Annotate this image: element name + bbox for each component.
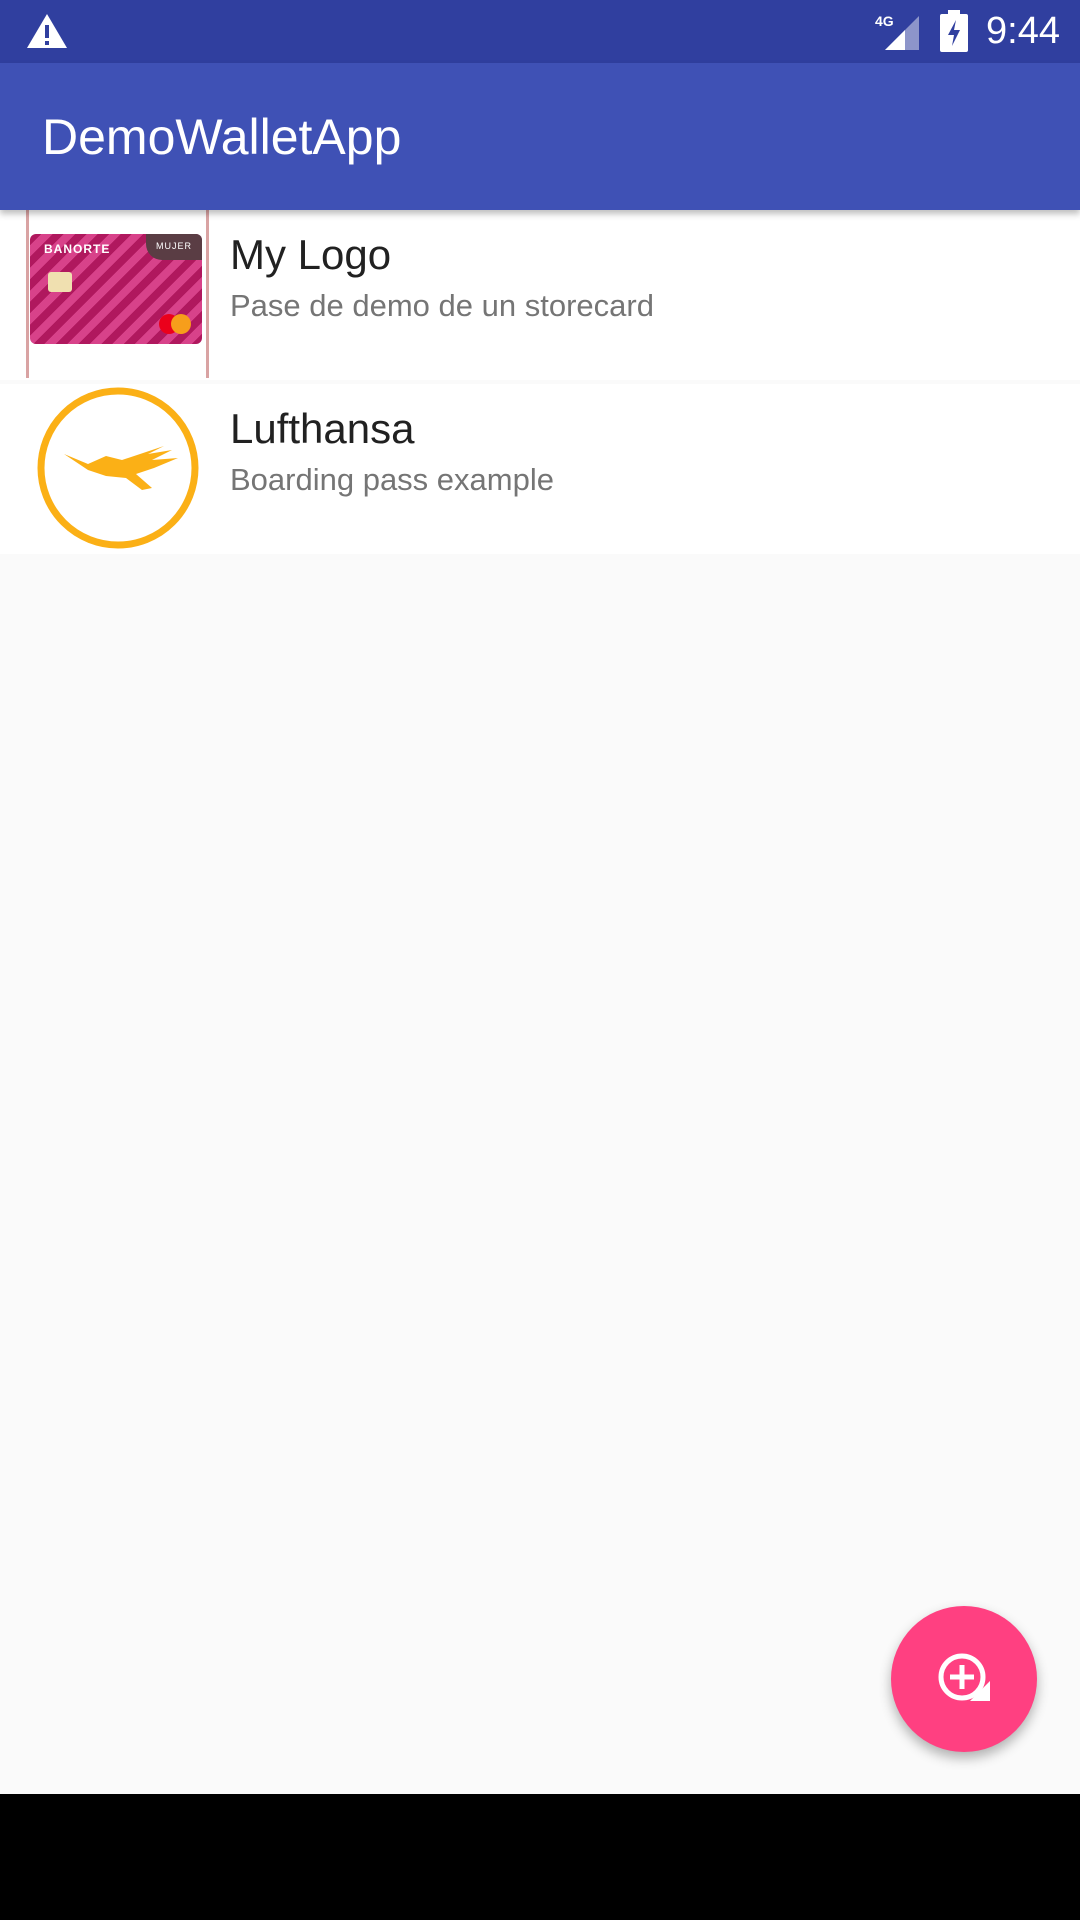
navigation-bar	[0, 1794, 1080, 1920]
pass-description: Boarding pass example	[230, 462, 554, 497]
add-pass-button[interactable]	[891, 1606, 1037, 1752]
card-tag-label: MUJER	[146, 234, 202, 260]
pass-list: BANORTE MUJER My Logo Pase de demo de un…	[0, 210, 1080, 554]
signal-icon: 4G	[875, 13, 919, 50]
battery-charging-icon	[940, 10, 968, 52]
pass-name: My Logo	[230, 231, 392, 278]
storecard-thumbnail: BANORTE MUJER	[26, 210, 209, 378]
status-bar: 4G 9:44	[0, 0, 1080, 63]
app-title: DemoWalletApp	[42, 109, 402, 165]
network-type-label: 4G	[875, 13, 894, 29]
pass-list-item-lufthansa[interactable]: Lufthansa Boarding pass example	[0, 384, 1080, 554]
add-pass-icon	[938, 1653, 990, 1701]
card-brand-label: BANORTE	[44, 242, 111, 256]
lufthansa-logo-icon	[37, 387, 199, 549]
mastercard-logo-icon	[159, 314, 191, 334]
pass-list-item-my-logo[interactable]: BANORTE MUJER My Logo Pase de demo de un…	[0, 210, 1080, 380]
pass-description: Pase de demo de un storecard	[230, 288, 654, 323]
storecard-image: BANORTE MUJER	[30, 234, 202, 344]
app-bar: DemoWalletApp	[0, 63, 1080, 210]
pass-name: Lufthansa	[230, 405, 415, 452]
status-time: 9:44	[986, 10, 1060, 52]
warning-icon	[27, 14, 67, 48]
card-chip-icon	[48, 272, 72, 292]
